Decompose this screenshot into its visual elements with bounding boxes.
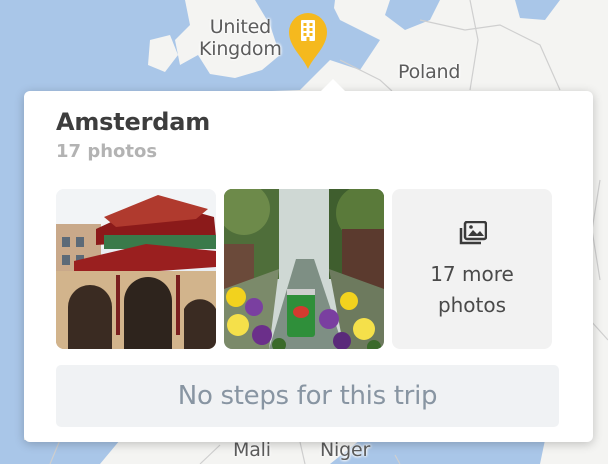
- city-title: Amsterdam: [56, 108, 211, 136]
- no-steps-message: No steps for this trip: [56, 365, 559, 427]
- photo-thumbnail-temple[interactable]: [56, 189, 216, 349]
- trip-popup-card: Amsterdam 17 photos 17 more photos No st…: [24, 79, 593, 442]
- photo-count: 17 photos: [56, 141, 158, 162]
- more-photos-label: 17 more photos: [430, 262, 514, 317]
- map-label-mali: Mali: [233, 439, 271, 461]
- more-photos-button[interactable]: 17 more photos: [392, 189, 552, 349]
- map-label-niger: Niger: [320, 439, 371, 461]
- photo-thumbnail-canal[interactable]: [224, 189, 384, 349]
- map-label-poland: Poland: [398, 61, 461, 83]
- map-label-united-kingdom: United Kingdom: [199, 16, 282, 60]
- popup-arrow: [320, 79, 346, 92]
- hotel-location-pin-icon[interactable]: [287, 11, 329, 71]
- image-gallery-icon: [459, 221, 487, 245]
